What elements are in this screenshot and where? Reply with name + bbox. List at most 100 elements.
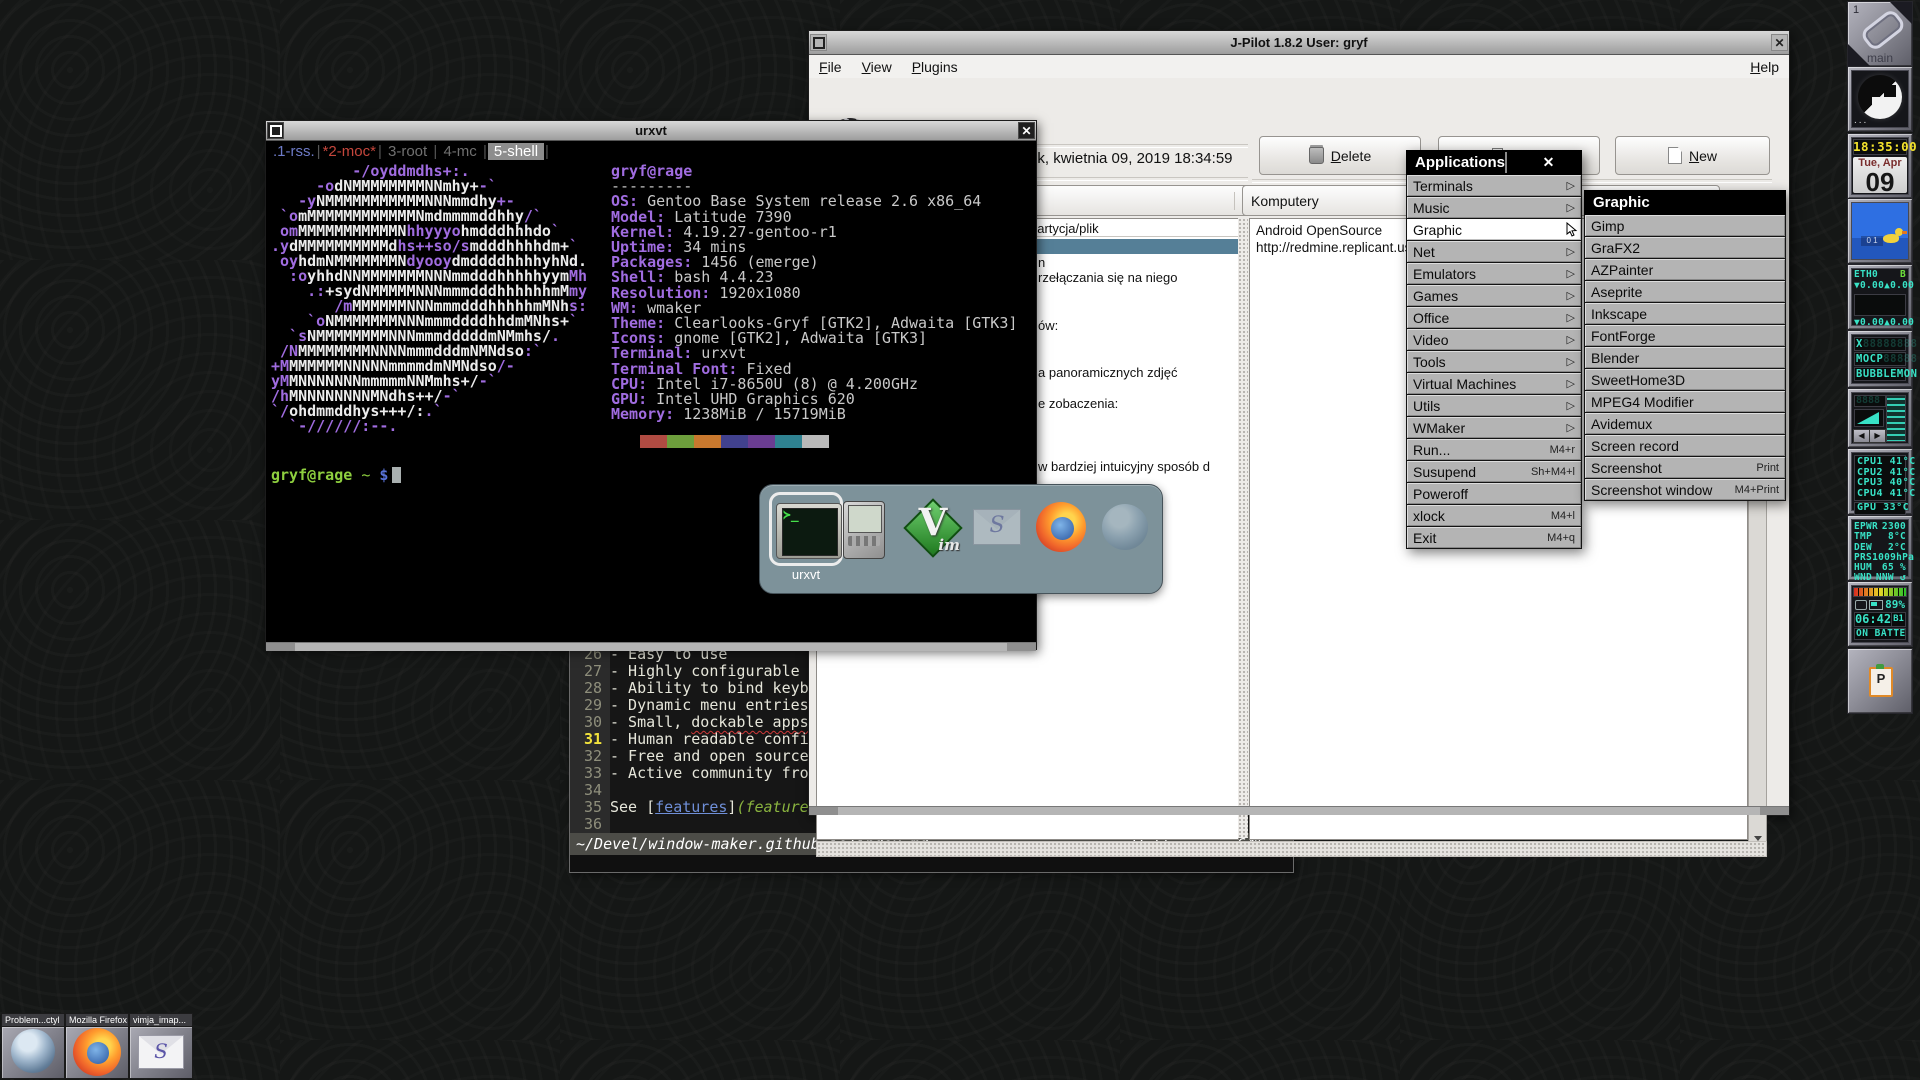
switcher-item-firefox[interactable]	[1032, 498, 1090, 556]
mixer-prev-button[interactable]: ◀	[1854, 430, 1869, 442]
menu-item-utils[interactable]: Utils▷	[1406, 395, 1582, 417]
dockapp-weather[interactable]: EPWR2300 TMP8°C DEW2°C PRS1009hPa HUM65 …	[1848, 516, 1912, 580]
menu-item-video[interactable]: Video▷	[1406, 329, 1582, 351]
menu-item-games[interactable]: Games▷	[1406, 285, 1582, 307]
menu-item-mpeg4-modifier[interactable]: MPEG4 Modifier	[1584, 391, 1786, 413]
new-button[interactable]: New	[1615, 136, 1770, 175]
memo-list-row[interactable]: w bardziej intuicyjny sposób d	[1038, 459, 1210, 474]
menu-item-emulators[interactable]: Emulators▷	[1406, 263, 1582, 285]
jpilot-miniaturize-button[interactable]	[810, 34, 827, 51]
menu-item-graphic[interactable]: Graphic▷	[1406, 219, 1582, 241]
applications-menu-titlebar[interactable]: Applications ✕	[1406, 150, 1582, 175]
jpilot-titlebar[interactable]: J-Pilot 1.8.2 User: gryf ✕	[809, 31, 1789, 55]
graphic-submenu-titlebar[interactable]: Graphic	[1584, 190, 1786, 215]
menu-item-grafx2[interactable]: GraFX2	[1584, 237, 1786, 259]
menu-view[interactable]: View	[852, 55, 902, 79]
memo-list-row[interactable]: rzełączania się na niego	[1038, 270, 1177, 285]
menu-item-virtual-machines[interactable]: Virtual Machines▷	[1406, 373, 1582, 395]
menu-item-azpainter[interactable]: AZPainter	[1584, 259, 1786, 281]
memo-list-header[interactable]: partycja/plik	[1030, 221, 1099, 236]
terminal-tab[interactable]: 3-root	[383, 143, 433, 160]
cpu-temp-row: CPU1 41°C	[1857, 457, 1903, 468]
mixer-volume-wedge[interactable]	[1854, 409, 1884, 427]
menu-item-run-[interactable]: Run...M4+r	[1406, 439, 1582, 461]
close-icon: ✕	[1021, 125, 1031, 137]
menu-item-inkscape[interactable]: Inkscape	[1584, 303, 1786, 325]
switcher-item-jpilot[interactable]	[835, 498, 893, 556]
cpu-temps-panel: CPU1 41°CCPU2 41°CCPU3 40°CCPU4 41°C	[1854, 455, 1906, 501]
dockapp-duckpond[interactable]: 0 1	[1848, 199, 1912, 263]
switcher-item-vim[interactable]: V im	[904, 498, 962, 556]
menu-item-net[interactable]: Net▷	[1406, 241, 1582, 263]
delete-button[interactable]: Delete	[1259, 136, 1421, 175]
menu-item-exit[interactable]: ExitM4+q	[1406, 527, 1582, 549]
prompt-symbol: $	[379, 466, 388, 484]
menu-item-fontforge[interactable]: FontForge	[1584, 325, 1786, 347]
menu-item-xlock[interactable]: xlockM4+l	[1406, 505, 1582, 527]
memo-list-row[interactable]: a panoramicznych zdjęć	[1038, 365, 1177, 380]
jpilot-close-button[interactable]: ✕	[1771, 34, 1788, 51]
menu-item-blender[interactable]: Blender	[1584, 347, 1786, 369]
dockapp-mixer[interactable]: 8888 ◀ ▶	[1848, 389, 1912, 447]
miniwindow-firefox[interactable]: Mozilla Firefox	[66, 1014, 128, 1078]
menu-item-terminals[interactable]: Terminals▷	[1406, 175, 1582, 197]
menu-item-poweroff[interactable]: Poweroff	[1406, 483, 1582, 505]
switcher-item-urxvt[interactable]: ≻_	[774, 498, 832, 556]
memo-list-row[interactable]: e zobaczenia:	[1038, 396, 1118, 411]
menu-item-music[interactable]: Music▷	[1406, 197, 1582, 219]
vim-line-number: 27	[570, 663, 610, 680]
jpilot-window-title: J-Pilot 1.8.2 User: gryf	[828, 31, 1770, 54]
jpilot-resizebar[interactable]	[809, 806, 1789, 815]
jpilot-menubar: File View Plugins Help	[809, 55, 1789, 80]
jpilot-bottom-scrollbar[interactable]	[816, 841, 1767, 857]
miniwindow-title: vimja_imap...	[130, 1014, 192, 1027]
terminal-tab[interactable]: *2-moc*	[322, 143, 377, 160]
menu-item-screenshot[interactable]: ScreenshotPrint	[1584, 457, 1786, 479]
menu-item-tools[interactable]: Tools▷	[1406, 351, 1582, 373]
tab-separator: |	[316, 143, 322, 160]
dockapp-battery[interactable]: 89% 06:42 B1 ON BATTE	[1848, 582, 1912, 646]
dockapp-phase[interactable]: ...	[1848, 67, 1912, 131]
menu-item-gimp[interactable]: Gimp	[1584, 215, 1786, 237]
menu-item-sweethome3d[interactable]: SweetHome3D	[1584, 369, 1786, 391]
menu-help[interactable]: Help	[1740, 55, 1789, 79]
wmaker-clip[interactable]: 1 main	[1848, 2, 1912, 66]
memo-list-row[interactable]: n	[1038, 255, 1045, 270]
switcher-item-browser[interactable]	[1096, 498, 1154, 556]
mixer-next-button[interactable]: ▶	[1870, 430, 1885, 442]
switcher-item-mail[interactable]: S	[968, 498, 1026, 556]
vim-line-text: - Active community fro	[610, 765, 809, 782]
menu-item-susupend[interactable]: SusupendSh+M4+l	[1406, 461, 1582, 483]
prompt-path: ~	[361, 466, 370, 484]
memo-list-row[interactable]: ów:	[1038, 318, 1058, 333]
menu-file[interactable]: File	[809, 55, 852, 79]
menu-close-button[interactable]: ✕	[1505, 152, 1581, 173]
terminal-close-button[interactable]: ✕	[1018, 122, 1035, 139]
terminal-tab[interactable]: .1-rss.	[272, 143, 316, 160]
menu-item-office[interactable]: Office▷	[1406, 307, 1582, 329]
pane-splitter-handle[interactable]	[1238, 218, 1248, 838]
terminal-resizebar[interactable]	[266, 642, 1036, 651]
terminal-tab[interactable]: 4-mc	[438, 143, 482, 160]
menu-item-aseprite[interactable]: Aseprite	[1584, 281, 1786, 303]
new-document-icon	[1668, 147, 1682, 164]
menu-item-avidemux[interactable]: Avidemux	[1584, 413, 1786, 435]
delete-button-label: Delete	[1331, 148, 1371, 164]
applications-menu-title: Applications	[1406, 154, 1505, 171]
terminal-tab[interactable]: 5-shell	[488, 143, 544, 160]
dockapp-clock[interactable]: 18:35:00 Tue, Apr 09	[1848, 134, 1912, 198]
menu-item-screen-record[interactable]: Screen record	[1584, 435, 1786, 457]
miniwindow-mail[interactable]: vimja_imap... S	[130, 1014, 192, 1078]
menu-item-wmaker[interactable]: WMaker▷	[1406, 417, 1582, 439]
terminal-tab-bar[interactable]: .1-rss.|*2-moc*| 3-root | 4-mc |5-shell|	[272, 143, 550, 160]
miniaturize-icon	[270, 125, 282, 137]
terminal-titlebar[interactable]: urxvt ✕	[266, 121, 1036, 141]
miniwindow-problem[interactable]: Problem...ctyl	[2, 1014, 64, 1078]
menu-item-screenshot-window[interactable]: Screenshot windowM4+Print	[1584, 479, 1786, 501]
menu-plugins[interactable]: Plugins	[902, 55, 968, 79]
dockapp-temps[interactable]: CPU1 41°CCPU2 41°CCPU3 40°CCPU4 41°C GPU…	[1848, 449, 1912, 514]
terminal-miniaturize-button[interactable]	[267, 122, 284, 139]
dockapp-netmon[interactable]: ETH0 B ▼0.00 ▲0.00 ▼0.00 ▲0.00	[1848, 265, 1912, 329]
dockapp-clipboard[interactable]: P	[1848, 649, 1912, 713]
dockapp-lcd-status[interactable]: X88888888 MOCP88888 BUBBLEMON	[1848, 331, 1912, 387]
